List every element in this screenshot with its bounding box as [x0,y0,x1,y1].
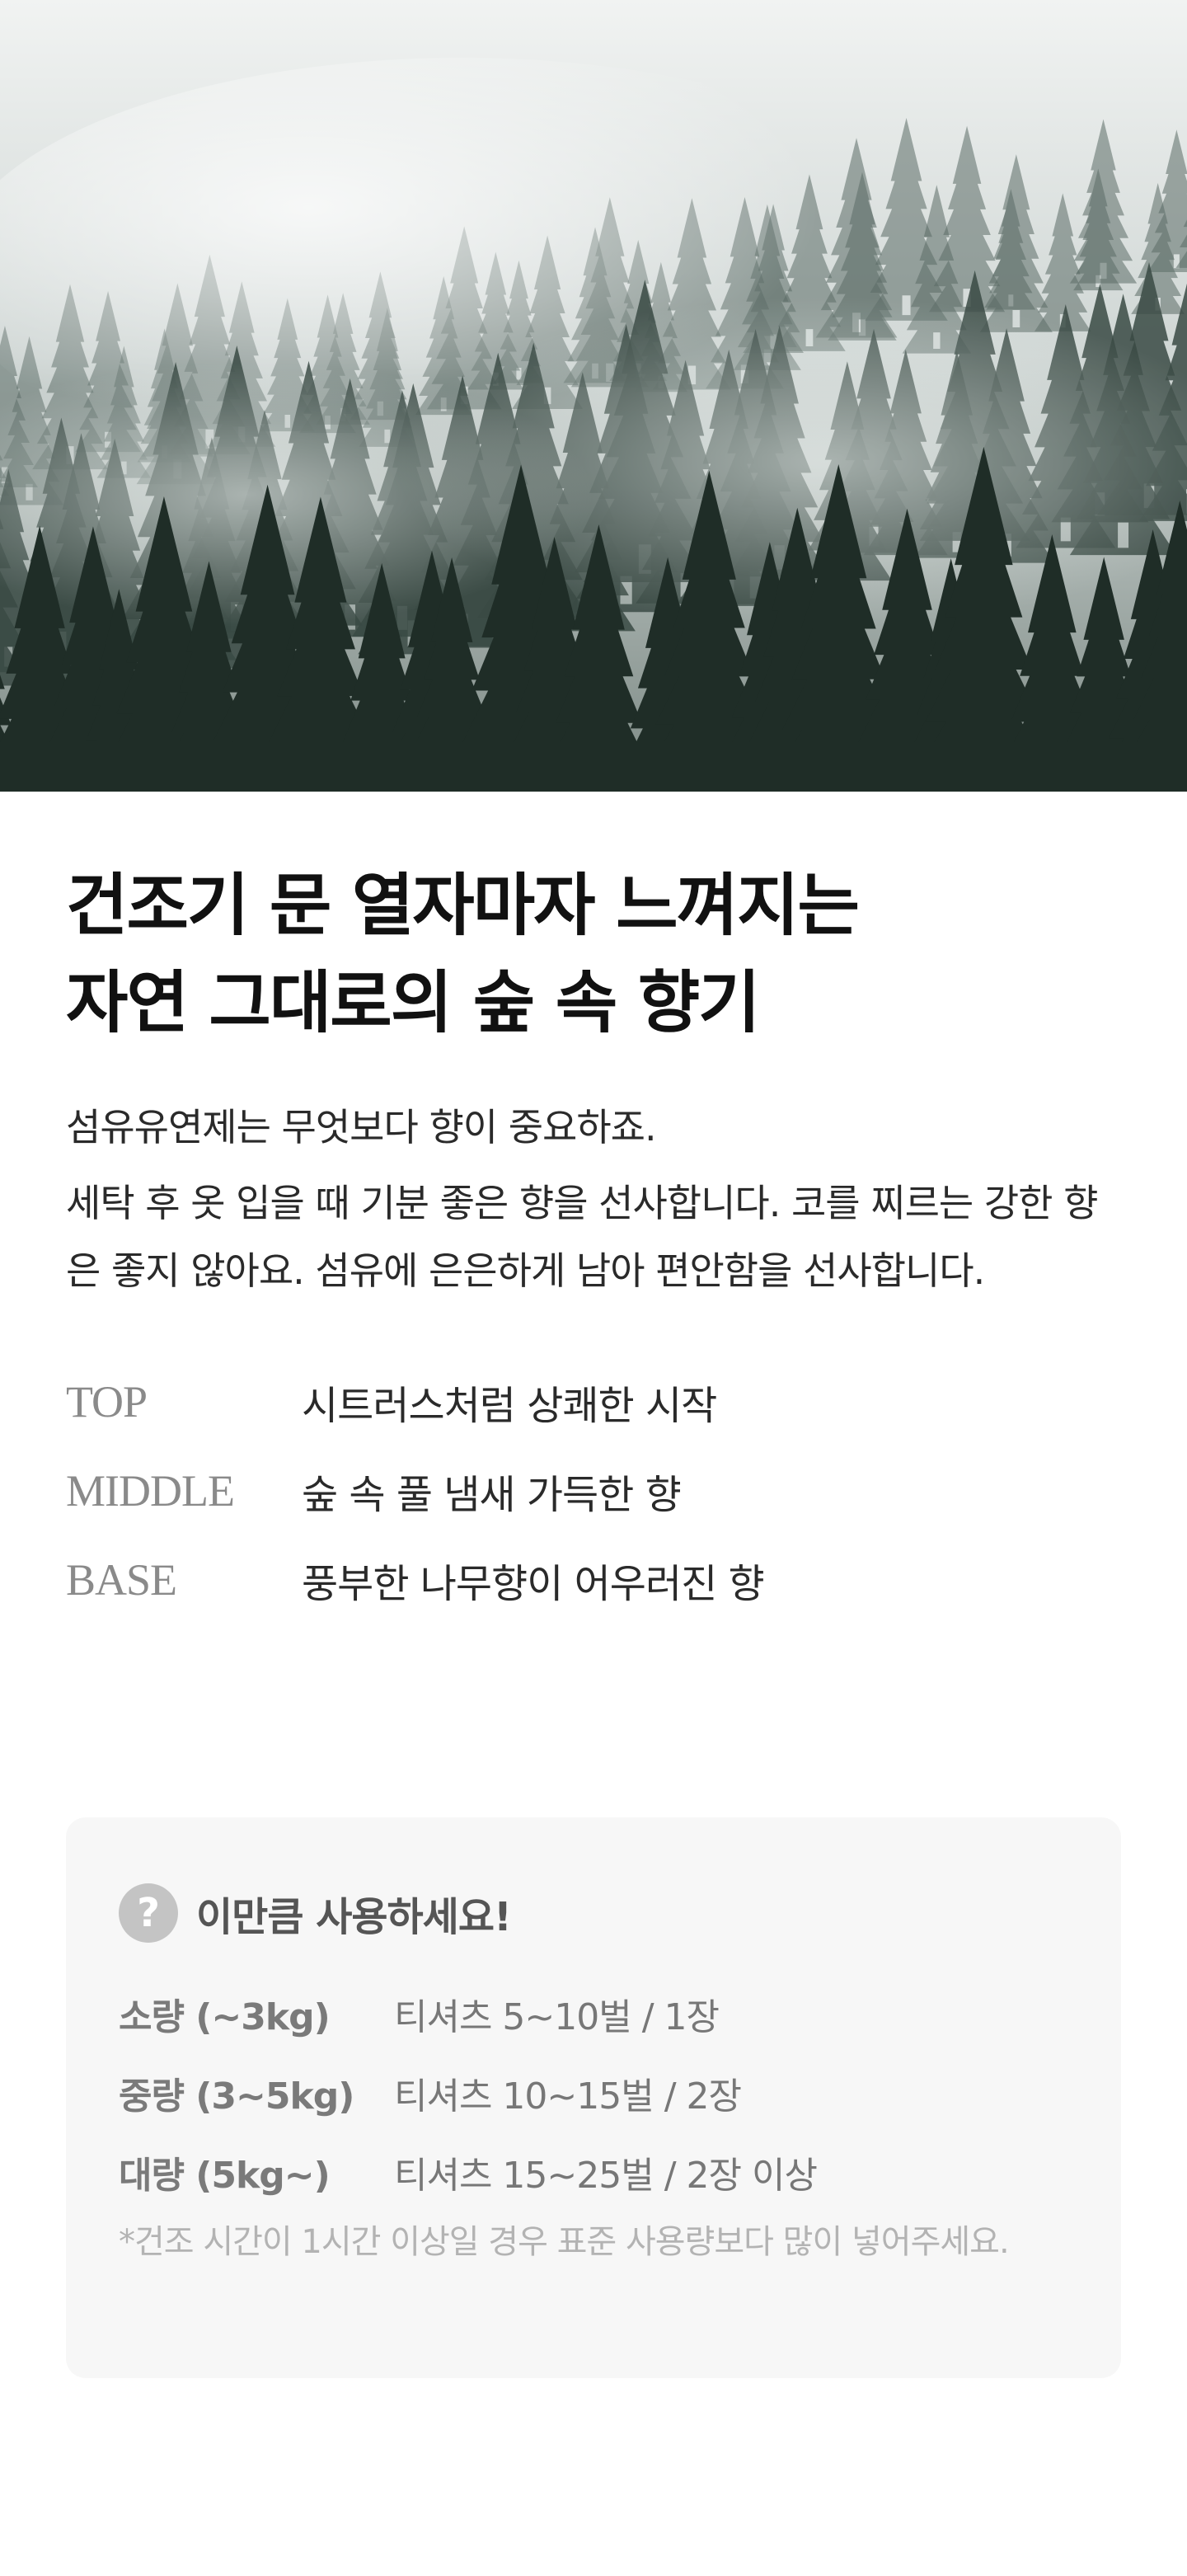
usage-guide-box: ? 이만큼 사용하세요! 소량 (~3kg) 티셔츠 5~10벌 / 1장 중량… [66,1817,1121,2378]
usage-title: ? 이만큼 사용하세요! [119,1883,512,1943]
forest-floor [0,742,1187,792]
note-label: TOP [66,1377,148,1427]
usage-table: 소량 (~3kg) 티셔츠 5~10벌 / 1장 중량 (3~5kg) 티셔츠 … [119,1974,818,2212]
usage-title-text: 이만큼 사용하세요! [196,1894,512,1940]
usage-amount: 대량 (5kg~) [119,2155,331,2197]
question-icon: ? [119,1883,178,1943]
fragrance-notes: TOP 시트러스처럼 상쾌한 시작 MIDDLE 숲 속 풀 냄새 가득한 향 … [66,1357,1121,1624]
hero-image [0,0,1187,792]
usage-amount: 중량 (3~5kg) [119,2075,354,2118]
note-description: 숲 속 풀 냄새 가득한 향 [302,1472,682,1518]
usage-row-large: 대량 (5kg~) 티셔츠 15~25벌 / 2장 이상 [119,2132,818,2212]
forest-illustration [0,0,1187,792]
usage-detail: 티셔츠 15~25벌 / 2장 이상 [394,2155,818,2197]
usage-amount: 소량 (~3kg) [119,1996,331,2038]
usage-footnote: *건조 시간이 1시간 이상일 경우 표준 사용량보다 많이 넣어주세요. [119,2223,1010,2261]
description-text: 세탁 후 옷 입을 때 기분 좋은 향을 선사합니다. 코를 찌르는 강한 향은… [66,1181,1098,1293]
intro-text: 섬유유연제는 무엇보다 향이 중요하죠. [66,1105,657,1149]
note-label: MIDDLE [66,1466,235,1516]
note-base: BASE 풍부한 나무향이 어우러진 향 [66,1535,1121,1624]
page-title: 건조기 문 열자마자 느껴지는 자연 그대로의 숲 속 향기 [66,858,1121,1052]
note-middle: MIDDLE 숲 속 풀 냄새 가득한 향 [66,1446,1121,1535]
usage-detail: 티셔츠 5~10벌 / 1장 [394,1996,720,2038]
note-label: BASE [66,1555,177,1605]
main-content: 건조기 문 열자마자 느껴지는 자연 그대로의 숲 속 향기 섬유유연제는 무엇… [66,858,1121,1624]
note-top: TOP 시트러스처럼 상쾌한 시작 [66,1357,1121,1446]
title-line-2: 자연 그대로의 숲 속 향기 [66,964,761,1042]
note-description: 시트러스처럼 상쾌한 시작 [302,1383,717,1429]
usage-row-small: 소량 (~3kg) 티셔츠 5~10벌 / 1장 [119,1974,817,2053]
note-description: 풍부한 나무향이 어우러진 향 [302,1561,765,1607]
usage-detail: 티셔츠 10~15벌 / 2장 [394,2075,742,2118]
title-line-1: 건조기 문 열자마자 느껴지는 [66,867,860,945]
usage-row-medium: 중량 (3~5kg) 티셔츠 10~15벌 / 2장 [119,2053,817,2132]
